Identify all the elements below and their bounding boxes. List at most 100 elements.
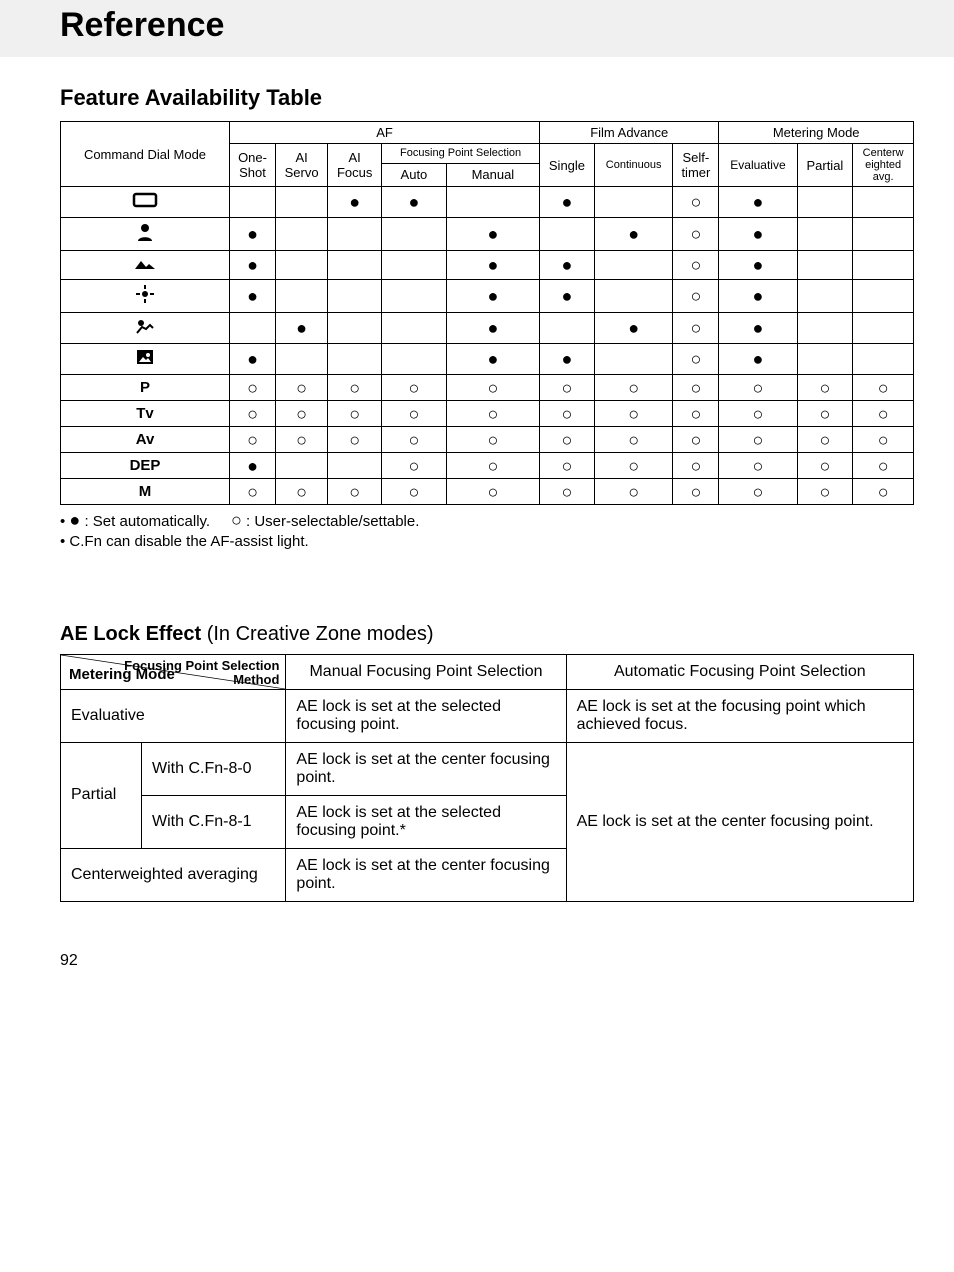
cell-Av-evaluative xyxy=(719,427,797,453)
cell-DEP-ai_servo xyxy=(276,453,328,479)
table-row xyxy=(61,218,914,251)
cell-closeup-fp_auto xyxy=(382,280,447,313)
cell-M-fp_auto xyxy=(382,479,447,505)
cell-closeup-self_timer xyxy=(673,280,719,313)
cell-full_auto-cw_avg xyxy=(853,187,914,218)
cell-Tv-fp_auto xyxy=(382,401,447,427)
row-evaluative-label: Evaluative xyxy=(61,689,286,742)
landscape-icon xyxy=(133,255,157,275)
cell-closeup-fp_manual xyxy=(446,280,539,313)
diag-bottom-label: Metering Mode xyxy=(69,666,175,683)
col-partial: Partial xyxy=(797,144,853,187)
cell-sports-continuous xyxy=(594,313,673,344)
col-one-shot: One- Shot xyxy=(230,144,276,187)
table-row: DEP xyxy=(61,453,914,479)
cell-full_auto-one_shot xyxy=(230,187,276,218)
cell-sports-fp_auto xyxy=(382,313,447,344)
table-row xyxy=(61,251,914,280)
col-command-dial: Command Dial Mode xyxy=(61,122,230,187)
legend-note2: C.Fn can disable the AF-assist light. xyxy=(69,533,308,550)
row-partial-label: Partial xyxy=(61,742,142,848)
cell-Av-single xyxy=(540,427,595,453)
table-row: Tv xyxy=(61,401,914,427)
cell-Tv-partial xyxy=(797,401,853,427)
cell-P-evaluative xyxy=(719,375,797,401)
cell-night-one_shot xyxy=(230,344,276,375)
cell-sports-self_timer xyxy=(673,313,719,344)
section-feature-table-title: Feature Availability Table xyxy=(60,85,914,111)
cell-Tv-ai_servo xyxy=(276,401,328,427)
row-label-full_auto xyxy=(61,187,230,218)
cell-full_auto-fp_auto xyxy=(382,187,447,218)
cell-Av-cw_avg xyxy=(853,427,914,453)
closeup-icon xyxy=(135,284,155,308)
cell-M-cw_avg xyxy=(853,479,914,505)
cell-sports-partial xyxy=(797,313,853,344)
diag-header: Focusing Point Selection Method Metering… xyxy=(61,654,286,689)
cell-Tv-ai_focus xyxy=(328,401,382,427)
col-ai-servo: AI Servo xyxy=(276,144,328,187)
row-label-portrait xyxy=(61,218,230,251)
cell-night-cw_avg xyxy=(853,344,914,375)
cell-landscape-self_timer xyxy=(673,251,719,280)
cell-landscape-evaluative xyxy=(719,251,797,280)
cell-night-self_timer xyxy=(673,344,719,375)
cell-full_auto-self_timer xyxy=(673,187,719,218)
col-continuous: Continuous xyxy=(594,144,673,187)
feature-availability-table: Command Dial Mode AF Film Advance Meteri… xyxy=(60,121,914,505)
cell-evaluative-manual: AE lock is set at the selected focusing … xyxy=(286,689,566,742)
cell-M-partial xyxy=(797,479,853,505)
cell-landscape-partial xyxy=(797,251,853,280)
cell-DEP-continuous xyxy=(594,453,673,479)
cell-full_auto-fp_manual xyxy=(446,187,539,218)
cell-sports-fp_manual xyxy=(446,313,539,344)
cell-night-fp_manual xyxy=(446,344,539,375)
col-single: Single xyxy=(540,144,595,187)
row-partial-sub2-label: With C.Fn-8-1 xyxy=(142,795,286,848)
cell-landscape-fp_auto xyxy=(382,251,447,280)
cell-Av-continuous xyxy=(594,427,673,453)
cell-portrait-fp_auto xyxy=(382,218,447,251)
cell-DEP-ai_focus xyxy=(328,453,382,479)
row-label-closeup xyxy=(61,280,230,313)
cell-night-continuous xyxy=(594,344,673,375)
cell-closeup-ai_focus xyxy=(328,280,382,313)
row-label-Tv: Tv xyxy=(61,401,230,427)
cell-DEP-cw_avg xyxy=(853,453,914,479)
cell-closeup-cw_avg xyxy=(853,280,914,313)
cell-P-one_shot xyxy=(230,375,276,401)
cell-portrait-continuous xyxy=(594,218,673,251)
cell-closeup-single xyxy=(540,280,595,313)
row-label-landscape xyxy=(61,251,230,280)
cell-sports-ai_focus xyxy=(328,313,382,344)
row-label-P: P xyxy=(61,375,230,401)
cell-full_auto-ai_focus xyxy=(328,187,382,218)
table1-legend: • : Set automatically. : User-selectable… xyxy=(60,511,914,553)
cell-evaluative-auto: AE lock is set at the focusing point whi… xyxy=(566,689,913,742)
night-icon xyxy=(135,348,155,370)
cell-Tv-continuous xyxy=(594,401,673,427)
cell-portrait-one_shot xyxy=(230,218,276,251)
cell-DEP-fp_manual xyxy=(446,453,539,479)
col-ai-focus: AI Focus xyxy=(328,144,382,187)
group-metering: Metering Mode xyxy=(719,122,914,144)
cell-Tv-fp_manual xyxy=(446,401,539,427)
col-evaluative: Evaluative xyxy=(719,144,797,187)
cell-portrait-single xyxy=(540,218,595,251)
row-label-Av: Av xyxy=(61,427,230,453)
col-auto-fp: Automatic Focusing Point Selection xyxy=(566,654,913,689)
cell-sports-ai_servo xyxy=(276,313,328,344)
cell-M-ai_focus xyxy=(328,479,382,505)
cell-P-fp_manual xyxy=(446,375,539,401)
sports-icon xyxy=(134,317,156,339)
cell-landscape-continuous xyxy=(594,251,673,280)
cell-DEP-self_timer xyxy=(673,453,719,479)
cell-full_auto-continuous xyxy=(594,187,673,218)
cell-night-evaluative xyxy=(719,344,797,375)
cell-DEP-partial xyxy=(797,453,853,479)
cell-Tv-cw_avg xyxy=(853,401,914,427)
cell-DEP-single xyxy=(540,453,595,479)
legend-filled-icon xyxy=(69,510,80,530)
cell-DEP-evaluative xyxy=(719,453,797,479)
cell-P-fp_auto xyxy=(382,375,447,401)
